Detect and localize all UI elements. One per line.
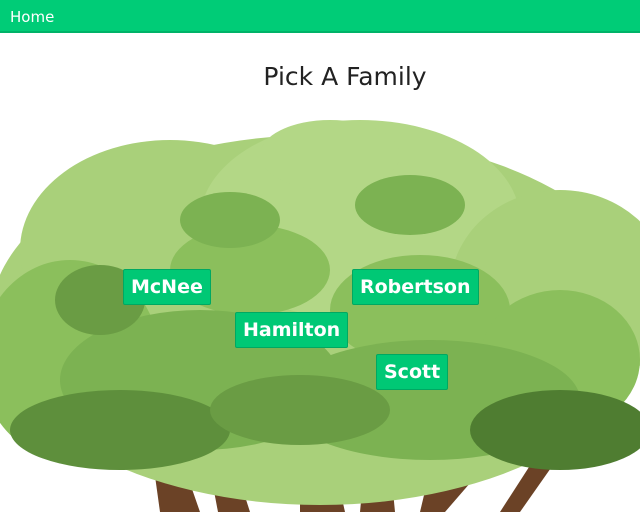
- top-navbar: Home: [0, 0, 640, 33]
- family-tree-image: [0, 120, 640, 512]
- family-button-robertson[interactable]: Robertson: [352, 269, 479, 305]
- family-button-scott[interactable]: Scott: [376, 354, 449, 390]
- home-link[interactable]: Home: [10, 8, 54, 26]
- family-button-hamilton[interactable]: Hamilton: [235, 312, 349, 348]
- family-button-mcnee[interactable]: McNee: [123, 269, 211, 305]
- page-title: Pick A Family: [263, 62, 427, 91]
